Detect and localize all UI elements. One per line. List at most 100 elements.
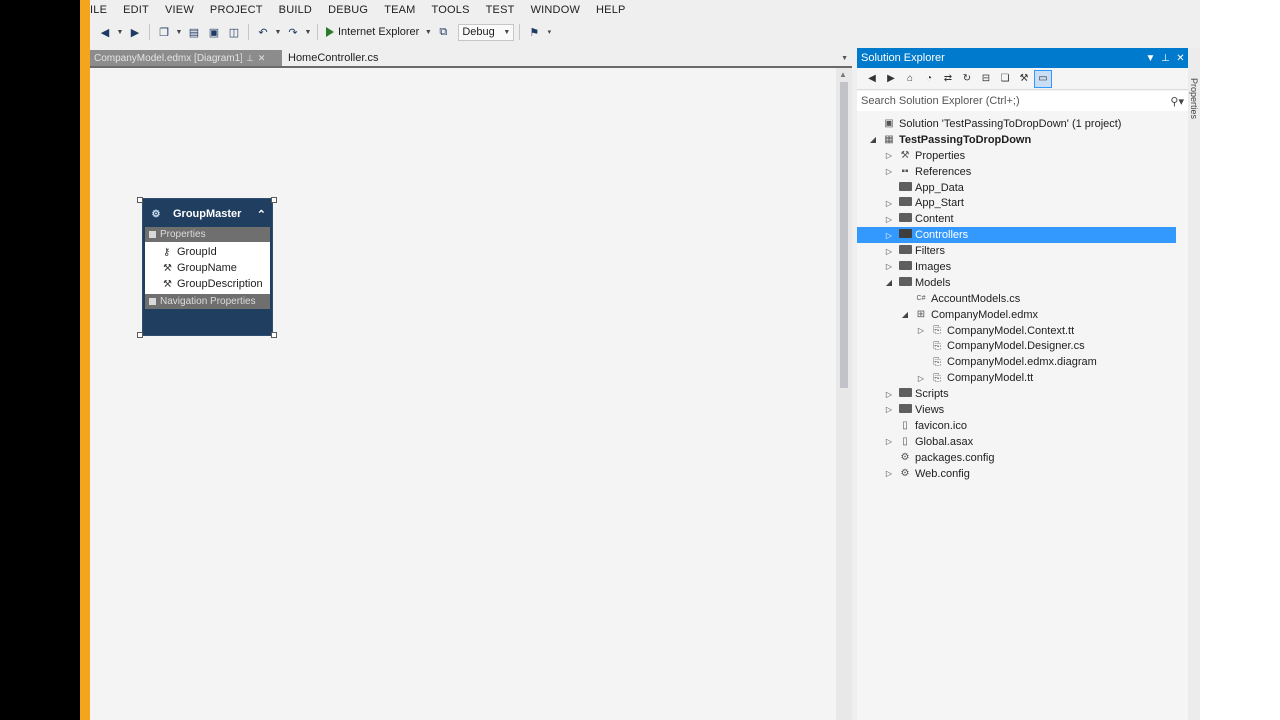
expand-arrow-icon[interactable]: ▷ xyxy=(881,469,897,478)
run-target-dropdown-icon[interactable]: ▼ xyxy=(424,29,432,36)
resize-handle[interactable] xyxy=(137,332,143,338)
properties-side-tab[interactable]: Properties xyxy=(1188,48,1200,720)
browser-link-icon[interactable]: ⧉ xyxy=(434,23,452,41)
back-icon[interactable]: ◀ xyxy=(96,23,114,41)
resize-handle[interactable] xyxy=(271,332,277,338)
collapse-icon[interactable]: ⌃ xyxy=(257,208,270,221)
tree-item[interactable]: ⚙ packages.config xyxy=(857,450,1188,466)
property-row[interactable]: ⚒ GroupDescription xyxy=(163,276,270,292)
tab-home-controller[interactable]: HomeController.cs xyxy=(282,50,384,66)
tree-item[interactable]: ▯ favicon.ico xyxy=(857,418,1188,434)
solution-search-box[interactable]: Search Solution Explorer (Ctrl+;) ⚲▾ xyxy=(857,91,1188,111)
entity-designer-canvas[interactable]: ⚙ GroupMaster ⌃ Properties ⚷ GroupId ⚒ G… xyxy=(90,68,836,720)
back-dropdown-icon[interactable]: ▼ xyxy=(116,29,124,36)
menu-item-help[interactable]: HELP xyxy=(588,0,634,20)
sync-icon[interactable]: ⇄ xyxy=(939,70,957,88)
property-row[interactable]: ⚷ GroupId xyxy=(163,244,270,260)
expand-arrow-icon[interactable]: ▷ xyxy=(881,231,897,240)
expand-arrow-icon[interactable]: ▷ xyxy=(881,262,897,271)
save-all-icon[interactable]: ◫ xyxy=(225,23,243,41)
solution-configuration-select[interactable]: Debug ▼ xyxy=(458,23,515,41)
tree-item[interactable]: C# AccountModels.cs xyxy=(857,291,1188,307)
expand-arrow-icon[interactable]: ▷ xyxy=(913,374,929,383)
solution-explorer-titlebar[interactable]: Solution Explorer ▼ ⊥ ✕ xyxy=(857,48,1188,68)
pin-icon[interactable]: ⊥ xyxy=(1158,53,1173,64)
pending-changes-icon[interactable]: ◔ xyxy=(920,70,938,88)
toolbar-options-icon[interactable]: ▾ xyxy=(545,28,553,36)
tree-item[interactable]: ▷ Scripts xyxy=(857,386,1188,402)
expand-arrow-icon[interactable]: ▷ xyxy=(881,247,897,256)
property-row[interactable]: ⚒ GroupName xyxy=(163,260,270,276)
tree-item[interactable]: ▷ ⎘ CompanyModel.tt xyxy=(857,370,1188,386)
designer-vertical-scrollbar[interactable]: ▲ xyxy=(836,68,852,720)
scrollbar-thumb[interactable] xyxy=(840,82,848,388)
menu-item-debug[interactable]: DEBUG xyxy=(320,0,376,20)
new-project-icon[interactable]: ❐ xyxy=(155,23,173,41)
tree-item[interactable]: ▷ ▪▪ References xyxy=(857,164,1188,180)
tree-item[interactable]: ◢ ⊞ CompanyModel.edmx xyxy=(857,307,1188,323)
tree-item[interactable]: ▷ Views xyxy=(857,402,1188,418)
tree-item[interactable]: ◢ ▦ TestPassingToDropDown xyxy=(857,132,1188,148)
run-button[interactable]: Internet Explorer xyxy=(323,23,422,41)
forward-icon[interactable]: ▶ xyxy=(126,23,144,41)
menu-item-edit[interactable]: EDIT xyxy=(115,0,157,20)
new-project-dropdown-icon[interactable]: ▼ xyxy=(175,29,183,36)
menu-item-test[interactable]: TEST xyxy=(478,0,523,20)
pin-icon[interactable]: ⊥ xyxy=(246,53,254,64)
menu-item-team[interactable]: TEAM xyxy=(376,0,423,20)
menu-item-build[interactable]: BUILD xyxy=(271,0,320,20)
expand-arrow-icon[interactable]: ▷ xyxy=(881,167,897,176)
open-file-icon[interactable]: ▤ xyxy=(185,23,203,41)
undo-dropdown-icon[interactable]: ▼ xyxy=(274,29,282,36)
preview-icon[interactable]: ▭ xyxy=(1034,69,1052,88)
close-icon[interactable]: ✕ xyxy=(258,53,266,64)
show-all-files-icon[interactable]: ❏ xyxy=(996,70,1014,88)
resize-handle[interactable] xyxy=(137,197,143,203)
tree-item[interactable]: ▷ Controllers xyxy=(857,227,1176,244)
tree-item[interactable]: ▷ ⎘ CompanyModel.Context.tt xyxy=(857,323,1188,339)
expand-arrow-icon[interactable]: ▷ xyxy=(881,405,897,414)
menu-item-view[interactable]: VIEW xyxy=(157,0,202,20)
tree-item[interactable]: ▷ Images xyxy=(857,259,1188,275)
tree-item[interactable]: ◢ Models xyxy=(857,275,1188,291)
scroll-up-icon[interactable]: ▲ xyxy=(839,70,847,79)
menu-item-tools[interactable]: TOOLS xyxy=(424,0,478,20)
expand-arrow-icon[interactable]: ▷ xyxy=(881,199,897,208)
home-icon[interactable]: ⌂ xyxy=(901,70,919,88)
collapse-arrow-icon[interactable]: ◢ xyxy=(897,310,913,319)
tab-edmx-diagram[interactable]: CompanyModel.edmx [Diagram1] ⊥ ✕ xyxy=(90,50,282,66)
properties-icon[interactable]: ⚒ xyxy=(1015,70,1033,88)
search-icon[interactable]: ⚲▾ xyxy=(1170,95,1188,108)
tree-item[interactable]: ▷ Filters xyxy=(857,243,1188,259)
expand-arrow-icon[interactable]: ▷ xyxy=(881,437,897,446)
collapse-arrow-icon[interactable]: ◢ xyxy=(881,278,897,287)
attach-icon[interactable]: ⚑ xyxy=(525,23,543,41)
redo-dropdown-icon[interactable]: ▼ xyxy=(304,29,312,36)
menu-item-project[interactable]: PROJECT xyxy=(202,0,271,20)
navigation-section-header[interactable]: Navigation Properties xyxy=(145,294,270,309)
collapse-arrow-icon[interactable]: ◢ xyxy=(865,135,881,144)
menu-item-ile[interactable]: ILE xyxy=(90,0,115,20)
tree-item[interactable]: ▷ App_Start xyxy=(857,195,1188,211)
tree-item[interactable]: ▣ Solution 'TestPassingToDropDown' (1 pro… xyxy=(857,116,1188,132)
window-position-icon[interactable]: ▼ xyxy=(1143,53,1158,64)
tab-overflow-icon[interactable]: ▼ xyxy=(841,55,852,62)
close-icon[interactable]: ✕ xyxy=(1173,53,1188,64)
expand-arrow-icon[interactable]: ▷ xyxy=(881,151,897,160)
tree-item[interactable]: ▷ ▯ Global.asax xyxy=(857,434,1188,450)
properties-section-header[interactable]: Properties xyxy=(145,227,270,242)
forward-icon[interactable]: ▶ xyxy=(882,70,900,88)
refresh-icon[interactable]: ↻ xyxy=(958,70,976,88)
entity-shape[interactable]: ⚙ GroupMaster ⌃ Properties ⚷ GroupId ⚒ G… xyxy=(142,198,273,336)
tree-item[interactable]: ▷ ⚒ Properties xyxy=(857,148,1188,164)
expand-arrow-icon[interactable]: ▷ xyxy=(913,326,929,335)
tree-item[interactable]: App_Data xyxy=(857,180,1188,196)
tree-item[interactable]: ▷ Content xyxy=(857,211,1188,227)
redo-icon[interactable]: ↷ xyxy=(284,23,302,41)
menu-item-window[interactable]: WINDOW xyxy=(523,0,588,20)
expand-arrow-icon[interactable]: ▷ xyxy=(881,390,897,399)
tree-item[interactable]: ▷ ⚙ Web.config xyxy=(857,466,1188,482)
expand-arrow-icon[interactable]: ▷ xyxy=(881,215,897,224)
save-icon[interactable]: ▣ xyxy=(205,23,223,41)
tree-item[interactable]: ⎘ CompanyModel.edmx.diagram xyxy=(857,354,1188,370)
